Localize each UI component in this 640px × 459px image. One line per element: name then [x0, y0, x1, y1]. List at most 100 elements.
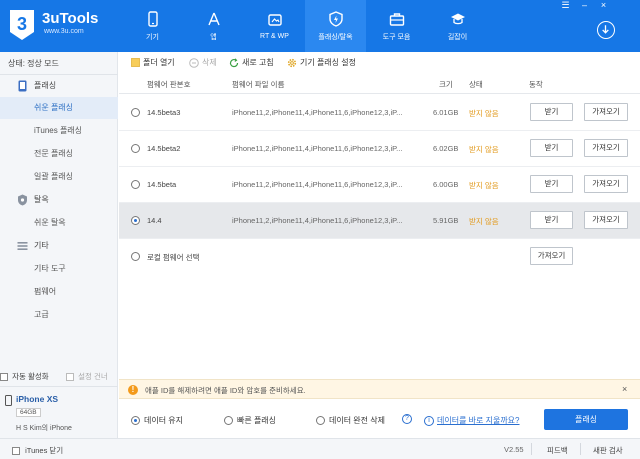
sidebar-item-easy-jailbreak[interactable]: 쉬운 탈옥: [0, 212, 118, 234]
delete-button[interactable]: 삭제: [189, 57, 217, 68]
app-version: V2.55: [504, 445, 524, 454]
itunes-close-checkbox[interactable]: [12, 447, 20, 456]
itunes-close-option[interactable]: iTunes 닫기: [12, 445, 63, 456]
download-button[interactable]: 받기: [530, 211, 573, 229]
row-size: 6.01GB: [433, 108, 459, 117]
erase-info-link-text: 데이터를 바로 지울까요?: [437, 416, 520, 425]
nav-toolbox-label: 도구 모음: [382, 33, 411, 41]
auto-activate-checkbox[interactable]: [0, 373, 8, 382]
sidebar-item-advanced[interactable]: 고급: [0, 304, 118, 326]
quick-flash-radio[interactable]: [224, 416, 233, 425]
row-radio[interactable]: [131, 144, 140, 153]
notice-bar: ! 애플 ID를 해제하려면 애플 ID와 암호를 준비하세요. ×: [119, 379, 640, 399]
sidebar-item-itunes-flash[interactable]: iTunes 플래싱: [0, 120, 118, 142]
sidebar-group-jailbreak-label: 탈옥: [34, 195, 49, 204]
device-name[interactable]: iPhone XS: [16, 394, 58, 404]
row-size: 5.91GB: [433, 216, 459, 225]
nav-apps[interactable]: 앱: [183, 0, 244, 52]
menu-icon[interactable]: ☰: [560, 0, 571, 11]
sidebar-group-flash-label: 플래싱: [34, 81, 57, 90]
refresh-label: 새로 고침: [242, 58, 274, 67]
sidebar-item-pro-flash[interactable]: 전문 플래싱: [0, 143, 118, 165]
sidebar: 상태: 정상 모드 플래싱 쉬운 플래싱 iTunes 플래싱 전문 플래싱 일…: [0, 52, 118, 438]
local-firmware-radio[interactable]: [131, 252, 140, 261]
device-status: 상태: 정상 모드: [8, 59, 59, 68]
flash-group-icon: [18, 80, 27, 92]
sidebar-group-other[interactable]: 기타: [0, 235, 118, 257]
col-action: 동작: [529, 80, 543, 89]
table-row[interactable]: 14.5beta2 iPhone11,2,iPhone11,4,iPhone11…: [119, 131, 640, 167]
table-row[interactable]: 14.5beta3 iPhone11,2,iPhone11,4,iPhone11…: [119, 95, 640, 131]
device-phone-icon: [5, 395, 12, 406]
sidebar-item-easy-flash-label: 쉬운 플래싱: [34, 103, 74, 112]
erase-info-link[interactable]: i 데이터를 바로 지울까요?: [424, 415, 520, 426]
top-bar: 3 3uTools www.3u.com 기기 앱 RT & WP 플래싱/탈옥…: [0, 0, 640, 52]
table-row[interactable]: 14.5beta iPhone11,2,iPhone11,4,iPhone11,…: [119, 167, 640, 203]
jailbreak-group-icon: [18, 194, 27, 206]
delete-icon: [189, 57, 199, 68]
download-manager-button[interactable]: [597, 21, 615, 39]
status-bar: iTunes 닫기 V2.55 피드백 새판 검사: [0, 438, 640, 459]
row-file: iPhone11,2,iPhone11,4,iPhone11,6,iPhone1…: [232, 180, 403, 189]
local-firmware-row[interactable]: 로컬 펌웨어 선택 가져오기: [119, 239, 640, 275]
import-button[interactable]: 가져오기: [584, 175, 628, 193]
feedback-link[interactable]: 피드백: [547, 445, 568, 456]
keep-data-radio[interactable]: [131, 416, 140, 425]
sidebar-item-other-tools[interactable]: 기타 도구: [0, 258, 118, 280]
nav-tutorial-label: 길잡이: [447, 33, 468, 41]
nav-toolbox[interactable]: 도구 모음: [366, 0, 427, 52]
sidebar-item-firmware[interactable]: 펌웨어: [0, 281, 118, 303]
erase-data-radio[interactable]: [316, 416, 325, 425]
sidebar-item-easy-flash[interactable]: 쉬운 플래싱: [0, 97, 118, 119]
option-erase-data[interactable]: 데이터 완전 삭제: [316, 415, 385, 426]
local-import-button[interactable]: 가져오기: [530, 247, 573, 265]
nav-device[interactable]: 기기: [122, 0, 183, 52]
row-status: 받지 않음: [469, 145, 499, 154]
notice-text: 애플 ID를 해제하려면 애플 ID와 암호를 준비하세요.: [145, 386, 306, 395]
refresh-button[interactable]: 새로 고침: [229, 57, 274, 68]
row-size: 6.00GB: [433, 180, 459, 189]
erase-data-label: 데이터 완전 삭제: [329, 416, 385, 425]
app-logo: 3: [10, 10, 34, 40]
graduation-cap-icon: [450, 13, 465, 24]
sidebar-group-jailbreak[interactable]: 탈옥: [0, 189, 118, 211]
row-version: 14.5beta3: [147, 108, 181, 117]
row-radio[interactable]: [131, 108, 140, 117]
nav-ringtone-wallpaper[interactable]: RT & WP: [244, 0, 305, 52]
check-update-link[interactable]: 새판 검사: [593, 445, 623, 456]
help-icon[interactable]: ?: [402, 414, 412, 424]
sidebar-item-batch-flash[interactable]: 일괄 플래싱: [0, 166, 118, 188]
sidebar-item-batch-flash-label: 일괄 플래싱: [34, 172, 74, 181]
minimize-button[interactable]: –: [579, 0, 590, 11]
skip-setup-checkbox: [66, 373, 74, 382]
nav-tutorial[interactable]: 길잡이: [427, 0, 488, 52]
row-radio[interactable]: [131, 180, 140, 189]
open-folder-label: 폴더 열기: [143, 58, 175, 67]
import-button[interactable]: 가져오기: [584, 139, 628, 157]
download-button[interactable]: 받기: [530, 103, 573, 121]
download-button[interactable]: 받기: [530, 139, 573, 157]
row-version: 14.5beta: [147, 180, 177, 189]
open-folder-button[interactable]: 폴더 열기: [131, 57, 175, 68]
notice-close-button[interactable]: ×: [622, 384, 627, 394]
download-button[interactable]: 받기: [530, 175, 573, 193]
flash-settings-button[interactable]: 기기 플래싱 설정: [287, 57, 356, 68]
row-radio[interactable]: [131, 216, 140, 225]
close-button[interactable]: ×: [598, 0, 609, 11]
import-button[interactable]: 가져오기: [584, 103, 628, 121]
import-button[interactable]: 가져오기: [584, 211, 628, 229]
option-keep-data[interactable]: 데이터 유지: [131, 415, 183, 426]
option-quick-flash[interactable]: 빠른 플래싱: [224, 415, 276, 426]
table-row-selected[interactable]: 14.4 iPhone11,2,iPhone11,4,iPhone11,6,iP…: [119, 203, 640, 239]
auto-activate-option[interactable]: 자동 활성화: [0, 371, 49, 382]
row-file: iPhone11,2,iPhone11,4,iPhone11,6,iPhone1…: [232, 216, 403, 225]
col-version: 펌웨어 판본호: [147, 80, 191, 89]
folder-icon: [131, 58, 140, 67]
skip-setup-label: 설정 건너: [78, 372, 108, 381]
sidebar-group-flash[interactable]: 플래싱: [0, 75, 118, 97]
ringtone-wallpaper-icon: [267, 14, 282, 26]
statusbar-divider: [531, 443, 532, 455]
flash-button[interactable]: 플래싱: [544, 409, 628, 430]
sidebar-options-row: 자동 활성화 설정 건너: [0, 368, 118, 384]
nav-flash-jailbreak[interactable]: 플래싱/탈옥: [305, 0, 366, 52]
